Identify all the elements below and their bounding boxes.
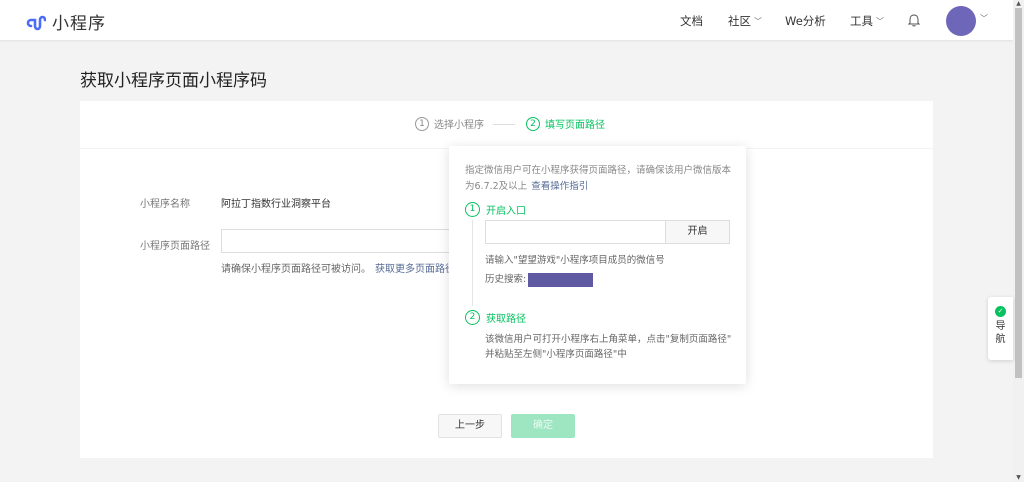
step-label: 选择小程序: [434, 120, 484, 131]
nav-label-char-1: 导: [995, 321, 1006, 332]
step-number: 2: [526, 116, 540, 131]
nav-we-analytics[interactable]: We分析: [785, 13, 826, 29]
path-guide-popover: 指定微信用户可在小程序获得页面路径，请确保该用户微信版本为6.7.2及以上 查看操…: [449, 146, 746, 384]
popover-intro-text: 指定微信用户可在小程序获得页面路径，请确保该用户微信版本为6.7.2及以上: [465, 165, 732, 192]
path-label: 小程序页面路径: [140, 241, 210, 252]
step-2-desc-line-2: 并粘贴至左侧"小程序页面路径"中: [485, 349, 627, 360]
step-number: 2: [465, 310, 480, 325]
prev-step-button[interactable]: 上一步: [438, 414, 502, 438]
avatar[interactable]: [946, 6, 976, 36]
top-navbar: 小程序 文档 社区 ﹀ We分析 工具 ﹀ ﹀: [0, 0, 1013, 40]
nav-label-char-2: 航: [995, 334, 1006, 345]
floating-nav-button[interactable]: ✓ 导航: [988, 297, 1013, 360]
step-label: 填写页面路径: [545, 120, 605, 131]
nav-community-label: 社区: [728, 14, 751, 28]
page-path-input[interactable]: [221, 229, 461, 253]
history-search: 历史搜索:: [485, 271, 594, 287]
step-connector: [493, 124, 515, 125]
nav-community[interactable]: 社区 ﹀: [728, 13, 762, 29]
scrollbar-thumb[interactable]: [1015, 8, 1022, 378]
chevron-down-icon[interactable]: ﹀: [980, 13, 988, 24]
operation-guide-link[interactable]: 查看操作指引: [531, 181, 588, 192]
nav-docs[interactable]: 文档: [680, 13, 703, 29]
path-hint: 请确保小程序页面路径可被访问。 获取更多页面路径: [221, 260, 455, 275]
popover-step-2: 2 获取路径: [465, 310, 526, 325]
check-icon: ✓: [995, 306, 1006, 317]
scroll-up-arrow-icon[interactable]: ▲: [1014, 0, 1023, 8]
scroll-down-arrow-icon[interactable]: ▼: [1014, 474, 1023, 482]
floating-nav-label: 导航: [995, 320, 1006, 346]
name-value: 阿拉丁指数行业洞察平台: [221, 199, 331, 210]
open-entry-button[interactable]: 开启: [665, 220, 730, 244]
app-name: 小程序: [52, 14, 106, 34]
history-item[interactable]: [528, 272, 594, 287]
name-label: 小程序名称: [140, 199, 190, 210]
app-logo[interactable]: 小程序: [26, 9, 106, 34]
chevron-down-icon: ﹀: [876, 16, 884, 26]
nav-we-analytics-label: We分析: [785, 14, 826, 28]
path-hint-text: 请确保小程序页面路径可被访问。: [221, 264, 371, 275]
confirm-button[interactable]: 确定: [511, 414, 575, 438]
step-2: 2 填写页面路径: [526, 116, 605, 131]
step-2-desc-line-1: 该微信用户可打开小程序右上角菜单，点击"复制页面路径": [485, 334, 732, 345]
step-connector: [472, 220, 473, 306]
nav-tools[interactable]: 工具 ﹀: [850, 13, 884, 29]
chevron-down-icon: ﹀: [754, 16, 762, 26]
wechat-id-hint: 请输入"望望游戏"小程序项目成员的微信号: [485, 255, 665, 266]
nav-tools-label: 工具: [850, 14, 873, 28]
popover-step-1: 1 开启入口: [465, 202, 526, 217]
step-indicator: 1 选择小程序 2 填写页面路径: [80, 116, 933, 134]
popover-intro: 指定微信用户可在小程序获得页面路径，请确保该用户微信版本为6.7.2及以上 查看操…: [465, 163, 735, 195]
step-1: 1 选择小程序: [415, 116, 484, 131]
history-label: 历史搜索:: [485, 274, 527, 285]
wechat-id-input[interactable]: [485, 220, 666, 244]
page-title: 获取小程序页面小程序码: [80, 71, 267, 91]
miniprogram-logo-icon: [26, 12, 46, 32]
step-title: 获取路径: [486, 314, 526, 325]
bell-icon[interactable]: [907, 12, 921, 31]
nav-docs-label: 文档: [680, 14, 703, 28]
step-number: 1: [415, 116, 429, 131]
step-title: 开启入口: [486, 206, 526, 217]
step-number: 1: [465, 202, 480, 217]
more-paths-link[interactable]: 获取更多页面路径: [375, 264, 455, 275]
